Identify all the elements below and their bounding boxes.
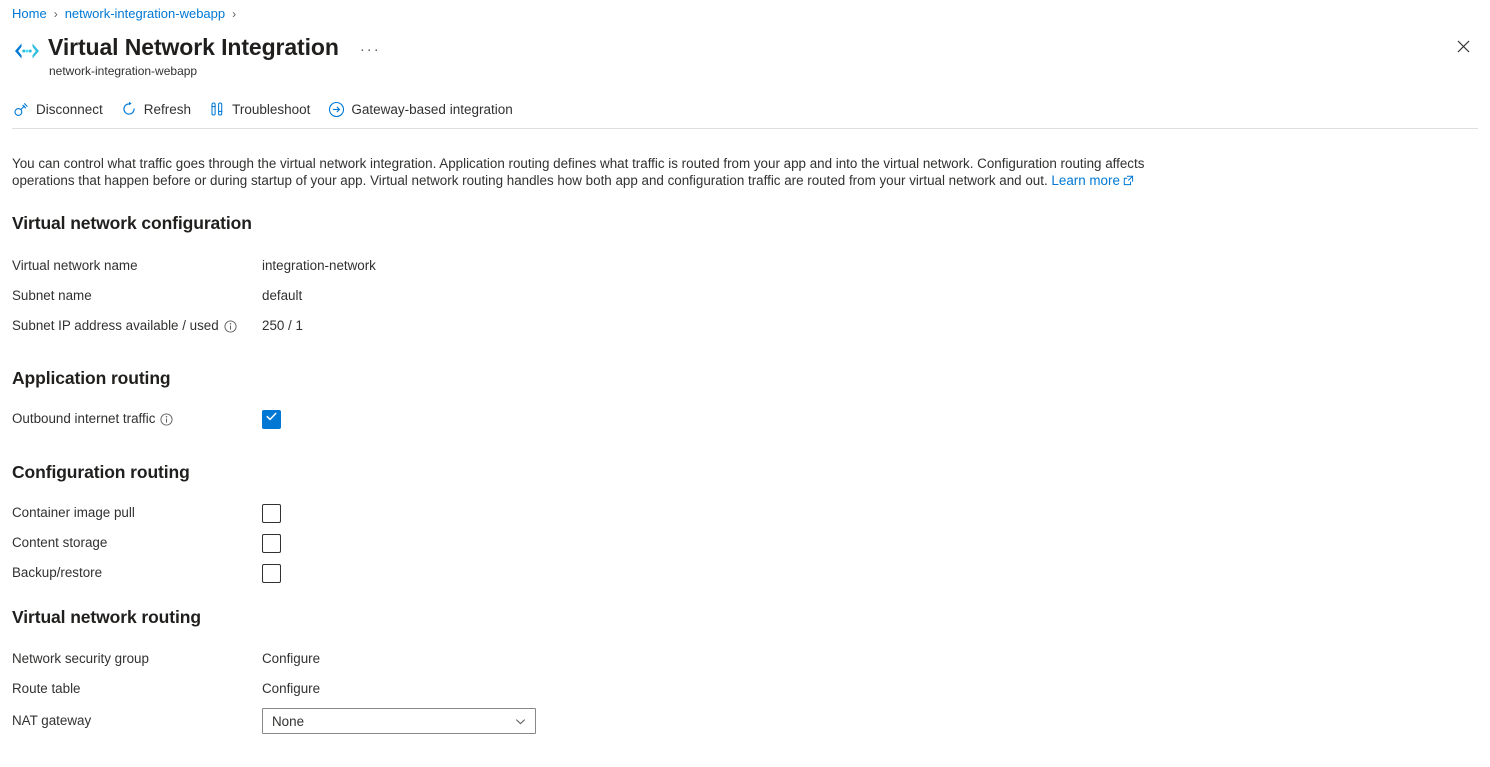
- troubleshoot-label: Troubleshoot: [232, 102, 310, 117]
- label-subnet-name: Subnet name: [12, 287, 262, 305]
- vnet-integration-icon: [12, 36, 42, 66]
- row-subnet-ip-address: Subnet IP address available / used 250 /…: [12, 316, 303, 336]
- label-content-storage: Content storage: [12, 534, 262, 552]
- row-network-security-group: Network security group Configure: [12, 649, 320, 669]
- refresh-button[interactable]: Refresh: [120, 97, 191, 121]
- page-title: Virtual Network Integration: [48, 32, 339, 62]
- value-virtual-network-name-link[interactable]: integration-network: [262, 257, 376, 275]
- checkbox-outbound-internet-traffic[interactable]: [262, 410, 281, 429]
- gateway-based-integration-label: Gateway-based integration: [351, 102, 512, 117]
- troubleshoot-button[interactable]: Troubleshoot: [208, 97, 310, 121]
- breadcrumb-separator: ›: [54, 5, 58, 23]
- label-virtual-network-name: Virtual network name: [12, 257, 262, 275]
- info-icon[interactable]: [160, 413, 173, 426]
- virtual-network-integration-blade: Home › network-integration-webapp › Virt…: [0, 0, 1490, 767]
- row-virtual-network-name: Virtual network name integration-network: [12, 256, 376, 276]
- external-link-icon: [1123, 173, 1134, 190]
- command-bar-divider: [12, 128, 1478, 129]
- info-icon[interactable]: [224, 320, 237, 333]
- section-title-application-routing: Application routing: [12, 366, 171, 390]
- label-network-security-group: Network security group: [12, 650, 262, 668]
- section-title-vnet-configuration: Virtual network configuration: [12, 211, 252, 235]
- close-button[interactable]: [1450, 36, 1476, 62]
- gateway-based-integration-button[interactable]: Gateway-based integration: [327, 97, 512, 121]
- label-subnet-ip-address-text: Subnet IP address available / used: [12, 317, 219, 335]
- checkbox-backup-restore[interactable]: [262, 564, 281, 583]
- close-icon: [1457, 40, 1470, 58]
- chevron-down-icon: [514, 715, 527, 728]
- refresh-label: Refresh: [144, 102, 191, 117]
- label-subnet-ip-address: Subnet IP address available / used: [12, 317, 262, 335]
- label-outbound-internet-traffic: Outbound internet traffic: [12, 410, 262, 428]
- breadcrumb: Home › network-integration-webapp ›: [12, 5, 243, 23]
- label-backup-restore: Backup/restore: [12, 564, 262, 582]
- description-text: You can control what traffic goes throug…: [12, 155, 1202, 190]
- row-nat-gateway: NAT gateway None: [12, 708, 536, 734]
- breadcrumb-separator: ›: [232, 5, 236, 23]
- refresh-icon: [120, 100, 138, 118]
- configure-network-security-group-link[interactable]: Configure: [262, 650, 320, 668]
- check-icon: [265, 410, 278, 428]
- row-content-storage: Content storage: [12, 533, 281, 553]
- label-nat-gateway: NAT gateway: [12, 712, 262, 730]
- arrow-circle-right-icon: [327, 100, 345, 118]
- command-bar: Disconnect Refresh Troubleshoot: [12, 97, 530, 121]
- nat-gateway-selected-value: None: [272, 714, 304, 729]
- label-route-table: Route table: [12, 680, 262, 698]
- section-title-configuration-routing: Configuration routing: [12, 460, 190, 484]
- more-options-button[interactable]: ···: [356, 41, 385, 59]
- row-backup-restore: Backup/restore: [12, 563, 281, 583]
- disconnect-button[interactable]: Disconnect: [12, 97, 103, 121]
- section-title-vnet-routing: Virtual network routing: [12, 605, 201, 629]
- label-container-image-pull: Container image pull: [12, 504, 262, 522]
- learn-more-link[interactable]: Learn more: [1051, 173, 1119, 188]
- troubleshoot-icon: [208, 100, 226, 118]
- disconnect-label: Disconnect: [36, 102, 103, 117]
- nat-gateway-select[interactable]: None: [262, 708, 536, 734]
- page-subtitle: network-integration-webapp: [49, 63, 385, 79]
- row-subnet-name: Subnet name default: [12, 286, 302, 306]
- row-container-image-pull: Container image pull: [12, 503, 281, 523]
- row-route-table: Route table Configure: [12, 679, 320, 699]
- description-body: You can control what traffic goes throug…: [12, 156, 1144, 188]
- disconnect-plug-icon: [12, 100, 30, 118]
- checkbox-container-image-pull[interactable]: [262, 504, 281, 523]
- breadcrumb-item-home[interactable]: Home: [12, 5, 47, 23]
- checkbox-content-storage[interactable]: [262, 534, 281, 553]
- configure-route-table-link[interactable]: Configure: [262, 680, 320, 698]
- breadcrumb-item-webapp[interactable]: network-integration-webapp: [65, 5, 225, 23]
- value-subnet-ip-address: 250 / 1: [262, 317, 303, 335]
- page-header: Virtual Network Integration ··· network-…: [12, 32, 385, 79]
- value-subnet-name-link[interactable]: default: [262, 287, 302, 305]
- row-outbound-internet-traffic: Outbound internet traffic: [12, 409, 281, 429]
- label-outbound-internet-traffic-text: Outbound internet traffic: [12, 410, 155, 428]
